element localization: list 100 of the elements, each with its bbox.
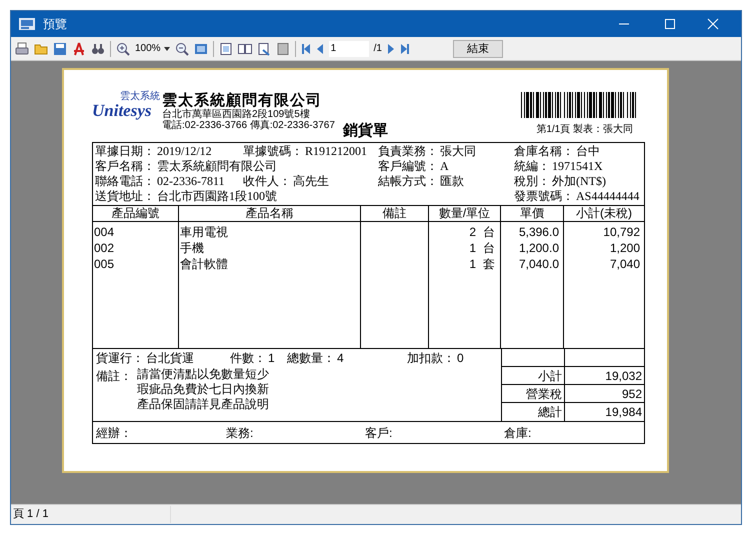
field-value: 0 — [457, 350, 464, 367]
total-label: 總計 — [502, 403, 565, 421]
field-value: AS44444444 — [576, 189, 640, 203]
field-value: 台北市西園路1段100號 — [157, 189, 277, 203]
page-icon[interactable] — [276, 42, 290, 56]
table-cell: 1 — [469, 256, 476, 272]
table-cell-text: 1,200.0 — [518, 240, 560, 256]
app-icon — [19, 18, 35, 30]
close-button[interactable]: 結束 — [452, 40, 503, 58]
total-value: 19,984 — [604, 404, 643, 421]
field-value: 台北貨運 — [146, 350, 194, 367]
maximize-icon[interactable] — [664, 18, 676, 30]
field-label: 件數： — [230, 350, 266, 367]
save-icon[interactable] — [53, 42, 67, 56]
field-value: 1 — [268, 350, 275, 367]
window-title: 預覽 — [43, 16, 67, 33]
table-cell-text: 7,040 — [608, 256, 641, 272]
field-label: 統編： — [514, 159, 550, 173]
signature-label: 經辦： — [96, 426, 132, 440]
page-total: /1 — [374, 42, 382, 56]
field-value: R191212001 — [305, 144, 368, 158]
column-header: 產品名稱 — [179, 206, 361, 221]
table-cell-text: 5,396.0 — [518, 224, 560, 240]
table-cell: 2 — [469, 224, 476, 240]
page-number-field[interactable]: 1 — [328, 40, 369, 56]
field-label: 稅別： — [514, 174, 550, 188]
page-setup-icon[interactable] — [256, 42, 271, 56]
table-cell-text: 005 — [94, 256, 116, 272]
logo-caption: 雲太系統 — [120, 92, 160, 102]
table-cell: 套 — [483, 256, 495, 272]
field-value: 高先生 — [293, 174, 329, 188]
total-label: 營業稅 — [502, 385, 565, 403]
field-value: 外加(NT$) — [552, 174, 606, 188]
column-header: 小計(未稅) — [575, 206, 633, 221]
table-cell-text: 7,040.0 — [518, 256, 560, 272]
first-page-icon[interactable] — [300, 42, 311, 54]
field-label: 客戶名稱： — [95, 159, 155, 173]
zoom-dropdown[interactable]: 100% — [135, 41, 161, 56]
field-label: 總數量： — [287, 350, 335, 367]
close-icon[interactable] — [707, 18, 719, 30]
field-value: 2019/12/12 — [157, 144, 212, 158]
note-line: 瑕疵品免費於七日內換新 — [137, 382, 269, 397]
signature-label: 客戶: — [365, 426, 392, 440]
total-value: 952 — [565, 385, 645, 403]
field-label: 加扣款： — [407, 350, 455, 367]
column-header: 單價 — [501, 206, 564, 221]
page-info: 第1/1頁 製表：張大同 — [536, 122, 633, 137]
dropdown-arrow-icon[interactable] — [164, 46, 170, 50]
field-value: 1971541X — [552, 159, 603, 173]
table-cell-text: 10,792 — [602, 224, 641, 240]
table-cell-text: 1,200 — [608, 240, 641, 256]
field-label: 發票號碼： — [514, 189, 574, 203]
field-label: 負責業務： — [378, 144, 438, 158]
table-cell-text: 會計軟體 — [180, 256, 229, 272]
print-icon[interactable] — [15, 42, 29, 56]
total-label: 小計 — [502, 367, 565, 385]
field-value: 張大同 — [440, 144, 476, 158]
next-page-icon[interactable] — [386, 42, 395, 54]
folder-icon[interactable] — [34, 42, 48, 56]
binoculars-icon[interactable] — [91, 42, 105, 56]
table-cell-text: 002 — [94, 240, 116, 256]
field-value: 4 — [337, 350, 344, 367]
zoom-in-icon[interactable] — [116, 42, 130, 56]
field-label: 單據號碼： — [243, 144, 303, 158]
logo-wordmark: Unitesys — [92, 102, 152, 119]
table-cell-text: 004 — [94, 224, 116, 240]
field-label: 聯絡電話： — [95, 174, 155, 188]
field-label: 送貨地址： — [95, 189, 155, 203]
note-line: 請當便清點以免數量短少 — [137, 367, 269, 382]
previous-page-icon[interactable] — [316, 42, 324, 54]
barcode-icon — [521, 92, 639, 118]
total-value: 19,032 — [565, 367, 645, 385]
note-line: 產品保固請詳見產品說明 — [137, 397, 269, 412]
field-label: 貨運行： — [96, 350, 144, 367]
document-title: 銷貨單 — [343, 121, 388, 141]
signature-label: 業務: — [226, 426, 254, 440]
company-contact: 電話:02-2336-3766 傳真:02-2336-3767 — [162, 120, 335, 132]
table-cell: 1 — [469, 240, 476, 256]
field-label: 單據日期： — [95, 144, 155, 158]
field-label: 客戶編號： — [378, 159, 438, 173]
zoom-out-icon[interactable] — [174, 42, 189, 56]
signature-label: 倉庫: — [504, 426, 532, 440]
last-page-icon[interactable] — [400, 42, 410, 54]
table-cell: 台 — [483, 240, 495, 256]
table-cell-text: 手機 — [180, 240, 205, 256]
field-value: 雲太系統顧問有限公司 — [157, 159, 277, 173]
fit-page-icon[interactable] — [194, 42, 208, 56]
company-address: 台北市萬華區西園路2段109號5樓 — [162, 109, 311, 120]
single-page-icon[interactable] — [218, 42, 233, 56]
two-pages-icon[interactable] — [238, 42, 252, 56]
field-value: 匯款 — [440, 174, 464, 188]
table-cell-text: 車用電視 — [180, 224, 229, 240]
field-label: 結帳方式： — [378, 174, 438, 188]
company-name: 雲太系統顧問有限公司 — [162, 92, 323, 109]
column-header: 備註 — [361, 206, 429, 221]
field-label: 倉庫名稱： — [514, 144, 574, 158]
table-cell: 台 — [483, 224, 495, 240]
field-value: 02-2336-7811 — [157, 174, 225, 188]
column-header: 產品編號 — [93, 206, 179, 221]
field-value: 台中 — [576, 144, 600, 158]
